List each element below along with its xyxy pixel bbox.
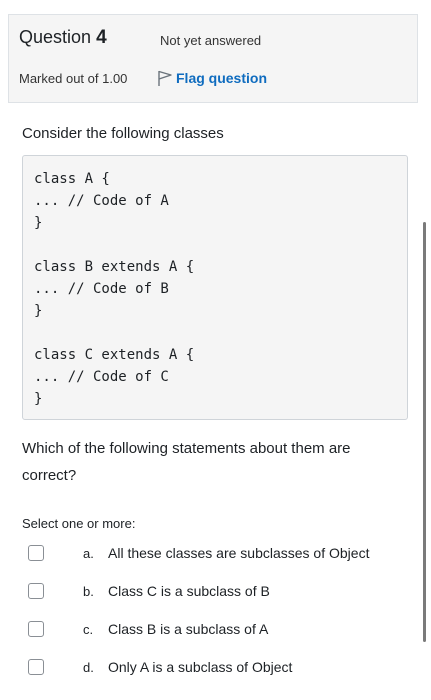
question-title-prefix: Question	[19, 27, 92, 47]
answer-label[interactable]: All these classes are subclasses of Obje…	[108, 545, 369, 561]
answer-letter: d.	[83, 660, 94, 675]
answer-label[interactable]: Only A is a subclass of Object	[108, 659, 292, 675]
answer-option-a[interactable]: a. All these classes are subclasses of O…	[28, 545, 408, 583]
question-number: 4	[96, 27, 107, 48]
flag-question-button[interactable]: Flag question	[157, 68, 267, 88]
code-line: class C extends A {	[34, 347, 195, 363]
code-line: }	[34, 303, 43, 319]
answer-letter: c.	[83, 622, 94, 637]
code-line: class B extends A {	[34, 259, 195, 275]
answer-letter: b.	[83, 584, 94, 599]
flag-question-label: Flag question	[176, 70, 267, 86]
question-grade: Marked out of 1.00	[19, 71, 128, 86]
checkbox-empty-icon[interactable]	[28, 583, 44, 599]
question-state: Not yet answered	[160, 33, 262, 48]
code-line: }	[34, 391, 43, 407]
answer-label[interactable]: Class B is a subclass of A	[108, 621, 268, 637]
code-spacer	[34, 322, 407, 344]
question-text: Which of the following statements about …	[22, 440, 351, 484]
code-spacer	[34, 234, 407, 256]
code-line: ... // Code of A	[34, 193, 169, 209]
flag-outline-icon	[157, 69, 176, 87]
question-intro: Consider the following classes	[22, 125, 224, 142]
vertical-scrollbar[interactable]	[423, 222, 426, 642]
code-block: class A { ... // Code of A } class B ext…	[22, 155, 408, 420]
answer-option-d[interactable]: d. Only A is a subclass of Object	[28, 659, 408, 697]
answer-letter: a.	[83, 546, 94, 561]
answer-option-c[interactable]: c. Class B is a subclass of A	[28, 621, 408, 659]
code-line: }	[34, 215, 43, 231]
answer-label[interactable]: Class C is a subclass of B	[108, 583, 270, 599]
checkbox-empty-icon[interactable]	[28, 545, 44, 561]
code-line: class A {	[34, 171, 110, 187]
answer-list: a. All these classes are subclasses of O…	[28, 545, 408, 697]
code-line: ... // Code of C	[34, 369, 169, 385]
question-heading: Question 4	[19, 27, 107, 49]
answer-option-b[interactable]: b. Class C is a subclass of B	[28, 583, 408, 621]
checkbox-empty-icon[interactable]	[28, 659, 44, 675]
question-info-panel: Question 4 Not yet answered Marked out o…	[8, 14, 418, 103]
code-line: ... // Code of B	[34, 281, 169, 297]
checkbox-empty-icon[interactable]	[28, 621, 44, 637]
answer-prompt: Select one or more:	[22, 516, 136, 531]
